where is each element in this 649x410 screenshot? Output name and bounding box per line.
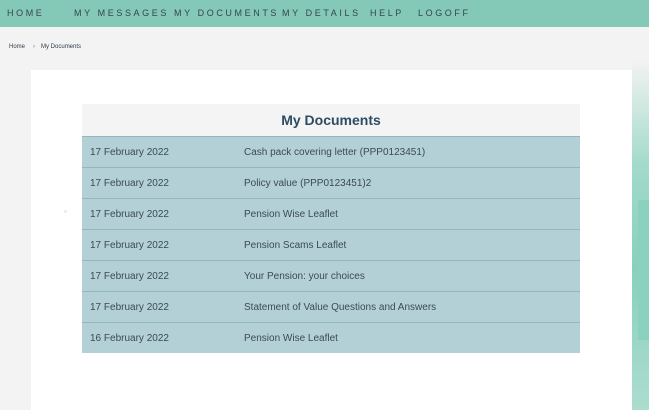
breadcrumb-separator: ›	[33, 44, 36, 50]
breadcrumb: Home › My Documents	[9, 44, 81, 50]
nav-help[interactable]: HELP	[370, 8, 404, 18]
document-title-link[interactable]: Pension Wise Leaflet	[244, 209, 338, 220]
document-title-link[interactable]: Pension Wise Leaflet	[244, 333, 338, 344]
document-row[interactable]: 17 February 2022 Statement of Value Ques…	[82, 291, 580, 322]
document-date: 17 February 2022	[90, 209, 169, 220]
document-date: 17 February 2022	[90, 302, 169, 313]
documents-table: My Documents 17 February 2022 Cash pack …	[82, 104, 580, 353]
nav-logoff[interactable]: LOGOFF	[418, 8, 471, 18]
document-title-link[interactable]: Cash pack covering letter (PPP0123451)	[244, 147, 425, 158]
nav-my-documents[interactable]: MY DOCUMENTS	[174, 8, 279, 18]
document-row[interactable]: 16 February 2022 Pension Wise Leaflet	[82, 322, 580, 353]
document-row[interactable]: 17 February 2022 Policy value (PPP012345…	[82, 167, 580, 198]
document-title-link[interactable]: Pension Scams Leaflet	[244, 240, 346, 251]
top-nav-bar: HOME MY MESSAGES MY DOCUMENTS MY DETAILS…	[0, 0, 649, 27]
documents-heading: My Documents	[82, 104, 580, 136]
document-row[interactable]: 17 February 2022 Cash pack covering lett…	[82, 136, 580, 167]
document-row[interactable]: 17 February 2022 Your Pension: your choi…	[82, 260, 580, 291]
nav-my-details[interactable]: MY DETAILS	[282, 8, 361, 18]
document-date: 16 February 2022	[90, 333, 169, 344]
document-row[interactable]: 17 February 2022 Pension Scams Leaflet	[82, 229, 580, 260]
decorative-background-shape-2	[638, 200, 649, 340]
document-row[interactable]: 17 February 2022 Pension Wise Leaflet	[82, 198, 580, 229]
breadcrumb-current: My Documents	[41, 44, 82, 50]
breadcrumb-home-link[interactable]: Home	[9, 44, 25, 50]
decorative-dot	[64, 210, 67, 213]
document-date: 17 February 2022	[90, 240, 169, 251]
document-date: 17 February 2022	[90, 178, 169, 189]
document-title-link[interactable]: Your Pension: your choices	[244, 271, 365, 282]
nav-my-messages[interactable]: MY MESSAGES	[74, 8, 169, 18]
document-date: 17 February 2022	[90, 147, 169, 158]
nav-home[interactable]: HOME	[7, 8, 44, 18]
document-title-link[interactable]: Statement of Value Questions and Answers	[244, 302, 436, 313]
document-date: 17 February 2022	[90, 271, 169, 282]
document-title-link[interactable]: Policy value (PPP0123451)2	[244, 178, 371, 189]
